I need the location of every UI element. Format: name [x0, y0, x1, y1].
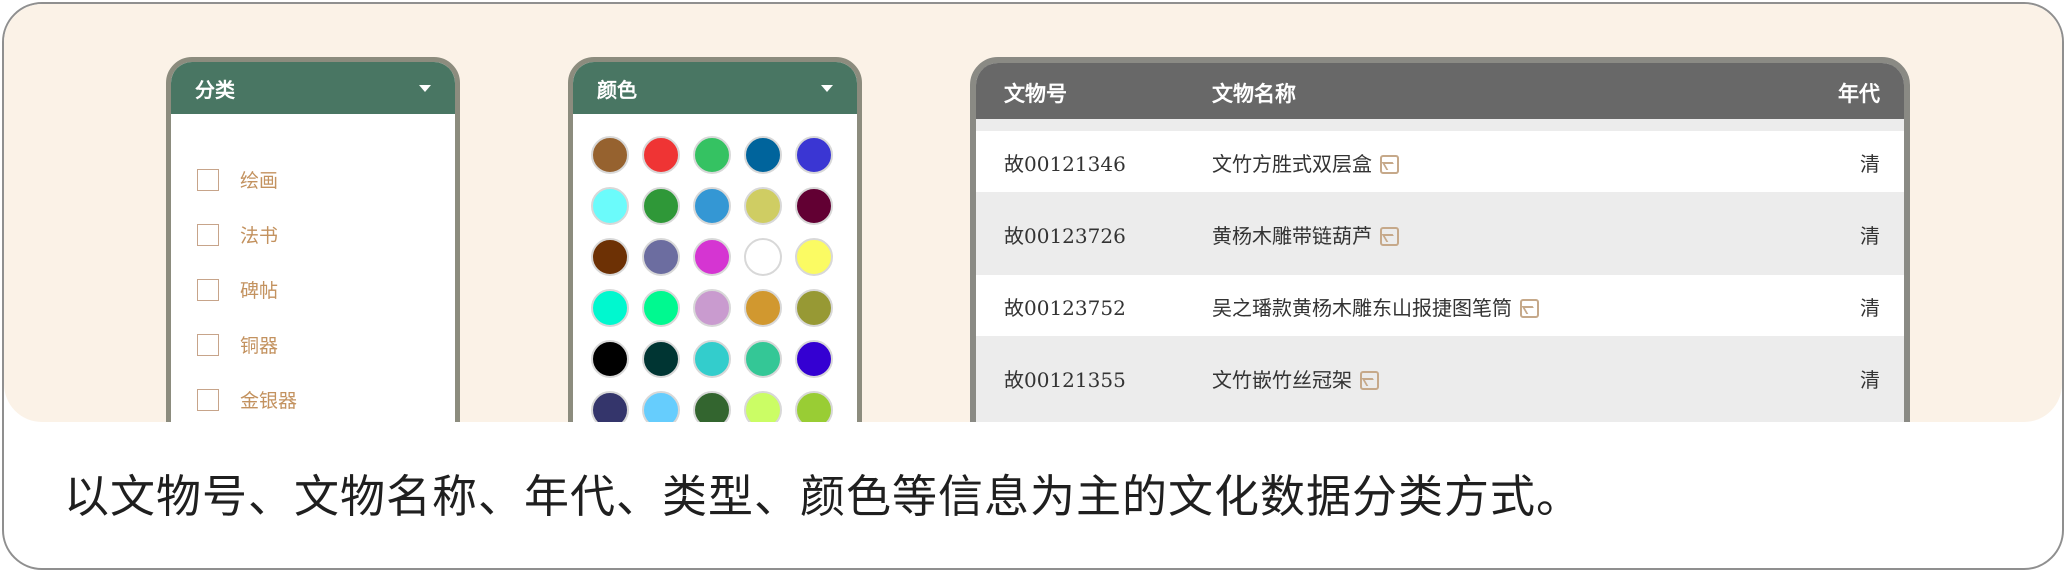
cell-id: 故00123726: [1004, 224, 1126, 248]
column-header-era[interactable]: 年代: [1838, 78, 1880, 108]
category-label: 绘画: [240, 170, 279, 192]
cell-name-text: 黄杨木雕带链葫芦: [1212, 224, 1372, 248]
color-swatch[interactable]: [744, 289, 782, 327]
chevron-down-icon[interactable]: [821, 84, 833, 92]
color-swatch[interactable]: [795, 238, 833, 276]
caption-text: 以文物号、文物名称、年代、类型、颜色等信息为主的文化数据分类方式。: [64, 470, 1583, 523]
cell-name-text: 文竹嵌竹丝冠架: [1212, 368, 1352, 392]
cell-name: 文竹嵌竹丝冠架: [1212, 364, 1379, 393]
category-list: 绘画 法书 碑帖 铜器 金银器: [171, 114, 455, 422]
color-swatch[interactable]: [693, 238, 731, 276]
cell-name-text: 吴之璠款黄杨木雕东山报捷图笔筒: [1212, 296, 1512, 320]
table-row[interactable]: 故00121355 文竹嵌竹丝冠架 清: [976, 347, 1904, 408]
category-item-rubbings[interactable]: 碑帖: [171, 262, 455, 317]
table-row[interactable]: 故00123726 黄杨木雕带链葫芦 清: [976, 203, 1904, 264]
color-swatch[interactable]: [591, 136, 629, 174]
color-swatch[interactable]: [642, 187, 680, 225]
cell-name: 黄杨木雕带链葫芦: [1212, 220, 1399, 249]
color-swatch[interactable]: [642, 391, 680, 422]
cell-id: 故00121346: [1004, 152, 1126, 176]
cell-era: 清: [1860, 152, 1880, 176]
color-dropdown-header[interactable]: 颜色: [573, 62, 857, 114]
category-label: 金银器: [240, 390, 298, 412]
color-swatch[interactable]: [693, 289, 731, 327]
category-item-gold-silver[interactable]: 金银器: [171, 372, 455, 422]
cell-era: 清: [1860, 368, 1880, 392]
checkbox[interactable]: [197, 168, 219, 191]
table-row[interactable]: 故00121346 文竹方胜式双层盒 清: [976, 131, 1904, 192]
color-swatch[interactable]: [795, 340, 833, 378]
category-dropdown-header[interactable]: 分类: [171, 62, 455, 114]
color-swatch[interactable]: [744, 340, 782, 378]
color-swatch[interactable]: [591, 289, 629, 327]
color-swatch[interactable]: [744, 391, 782, 422]
column-header-name[interactable]: 文物名称: [1212, 78, 1296, 108]
image-icon[interactable]: [1380, 227, 1399, 246]
color-swatch-grid: [573, 114, 857, 422]
checkbox[interactable]: [197, 278, 219, 301]
color-swatch[interactable]: [795, 187, 833, 225]
category-item-bronze[interactable]: 铜器: [171, 317, 455, 372]
color-swatch[interactable]: [591, 391, 629, 422]
column-header-id[interactable]: 文物号: [1004, 78, 1067, 108]
checkbox[interactable]: [197, 333, 219, 356]
table-header: 文物号 文物名称 年代: [976, 63, 1904, 119]
color-swatch[interactable]: [693, 136, 731, 174]
cell-name: 文竹方胜式双层盒: [1212, 148, 1399, 177]
color-title: 颜色: [597, 77, 637, 102]
color-swatch[interactable]: [744, 136, 782, 174]
row-divider: [976, 408, 1904, 422]
chevron-down-icon[interactable]: [419, 84, 431, 92]
row-divider: [976, 119, 1904, 131]
category-label: 碑帖: [240, 280, 279, 302]
color-swatch[interactable]: [591, 340, 629, 378]
color-filter-panel: 颜色: [568, 57, 862, 422]
image-icon[interactable]: [1360, 371, 1379, 390]
cell-era: 清: [1860, 224, 1880, 248]
color-swatch[interactable]: [642, 136, 680, 174]
category-label: 法书: [240, 225, 279, 247]
color-swatch[interactable]: [642, 289, 680, 327]
checkbox[interactable]: [197, 223, 219, 246]
artifact-table: 文物号 文物名称 年代 故00121346 文竹方胜式双层盒 清 故001237…: [970, 57, 1910, 422]
cell-name: 吴之璠款黄杨木雕东山报捷图笔筒: [1212, 292, 1539, 321]
color-swatch[interactable]: [693, 187, 731, 225]
cell-id: 故00123752: [1004, 296, 1126, 320]
color-swatch[interactable]: [744, 238, 782, 276]
color-swatch[interactable]: [744, 187, 782, 225]
cell-name-text: 文竹方胜式双层盒: [1212, 152, 1372, 176]
row-divider: [976, 192, 1904, 203]
category-filter-panel: 分类 绘画 法书 碑帖 铜器 金银器: [166, 57, 460, 422]
row-divider: [976, 264, 1904, 275]
checkbox[interactable]: [197, 388, 219, 411]
color-swatch[interactable]: [795, 289, 833, 327]
color-swatch[interactable]: [591, 187, 629, 225]
cell-id: 故00121355: [1004, 368, 1126, 392]
color-swatch[interactable]: [795, 136, 833, 174]
table-row[interactable]: 故00123752 吴之璠款黄杨木雕东山报捷图笔筒 清: [976, 275, 1904, 336]
category-item-calligraphy[interactable]: 法书: [171, 207, 455, 262]
row-divider: [976, 336, 1904, 347]
image-icon[interactable]: [1380, 155, 1399, 174]
category-label: 铜器: [240, 335, 279, 357]
category-item-painting[interactable]: 绘画: [171, 152, 455, 207]
color-swatch[interactable]: [642, 238, 680, 276]
color-swatch[interactable]: [591, 238, 629, 276]
color-swatch[interactable]: [642, 340, 680, 378]
cell-era: 清: [1860, 296, 1880, 320]
card: 分类 绘画 法书 碑帖 铜器 金银器 颜色 文物号 文物名称 年代 故00121…: [2, 2, 2064, 570]
category-title: 分类: [195, 77, 235, 102]
color-swatch[interactable]: [795, 391, 833, 422]
color-swatch[interactable]: [693, 391, 731, 422]
illustration-area: 分类 绘画 法书 碑帖 铜器 金银器 颜色 文物号 文物名称 年代 故00121…: [4, 4, 2062, 422]
color-swatch[interactable]: [693, 340, 731, 378]
image-icon[interactable]: [1520, 299, 1539, 318]
